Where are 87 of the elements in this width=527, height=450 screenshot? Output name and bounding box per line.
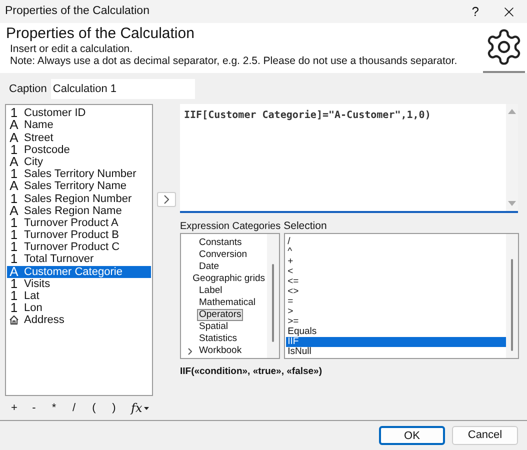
category-item[interactable]: Operators — [197, 309, 244, 322]
category-item[interactable]: Workbook — [197, 345, 244, 358]
operator-button[interactable]: - — [31, 400, 37, 416]
house-icon — [9, 315, 19, 326]
number-type-icon: 1 — [10, 229, 18, 242]
selection-item[interactable]: + — [286, 257, 506, 268]
category-item[interactable]: Label — [197, 285, 224, 298]
field-item[interactable]: 1 Visits — [7, 278, 151, 290]
category-item[interactable]: Conversion — [197, 249, 250, 262]
operator-button[interactable]: ) — [111, 400, 117, 416]
selection-item[interactable]: Equals — [286, 327, 506, 338]
field-item[interactable]: 1 Sales Region Number — [7, 192, 151, 205]
field-item[interactable]: A Name — [7, 119, 151, 132]
selection-item[interactable]: <= — [286, 277, 506, 288]
selection-item[interactable]: <> — [286, 287, 506, 298]
header-description: Insert or edit a calculation. — [9, 43, 134, 56]
selection-item[interactable]: >= — [286, 317, 506, 328]
field-item[interactable]: 1 Postcode — [7, 144, 151, 156]
header-description: Note: Always use a dot as decimal separator, e.g. 2.5. Please do not use a thousands separator. — [9, 55, 458, 68]
text-type-icon: A — [10, 266, 18, 278]
field-item[interactable]: 1 Sales Territory Number — [7, 168, 151, 180]
category-item[interactable]: Constants — [197, 237, 244, 250]
field-item[interactable]: 1 Customer ID — [7, 107, 151, 120]
number-type-icon: 1 — [10, 253, 18, 266]
scroll-down-icon[interactable] — [508, 201, 516, 208]
field-item[interactable]: 1 Turnover Product B — [7, 229, 151, 242]
field-item[interactable]: A Sales Territory Name — [7, 180, 151, 192]
number-type-icon: 1 — [10, 241, 18, 254]
category-item[interactable]: Spatial — [197, 321, 230, 334]
categories-heading: Expression Categories — [180, 220, 281, 234]
text-type-icon: A — [10, 180, 18, 192]
field-item[interactable]: A Street — [7, 132, 151, 144]
help-button[interactable]: ? — [472, 2, 479, 22]
field-item[interactable]: Address — [7, 314, 151, 326]
field-item[interactable]: A City — [7, 156, 151, 168]
number-type-icon: 1 — [10, 302, 18, 314]
field-item[interactable]: 1 Total Turnover — [7, 253, 151, 266]
text-type-icon: A — [10, 132, 18, 144]
selection-item[interactable]: / — [286, 237, 506, 248]
header-title: Properties of the Calculation — [6, 25, 196, 44]
insert-button[interactable] — [157, 192, 176, 208]
field-item[interactable]: A Sales Region Name — [7, 204, 151, 217]
field-item[interactable]: A Customer Categorie — [7, 266, 151, 278]
scroll-thumb[interactable] — [510, 259, 513, 352]
expand-icon[interactable] — [188, 348, 192, 355]
selection-item[interactable]: = — [286, 297, 506, 308]
caret-icon — [144, 406, 150, 410]
field-item[interactable]: 1 Lat — [7, 290, 151, 302]
scroll-up-icon[interactable] — [508, 108, 516, 114]
caption-field[interactable]: Calculation 1 — [50, 79, 195, 100]
scrollbar[interactable] — [267, 234, 279, 358]
number-type-icon: 1 — [10, 192, 18, 205]
function-signature: IIF(«condition», «true», «false») — [180, 365, 324, 380]
window-title: Properties of the Calculation — [5, 4, 150, 19]
category-item[interactable]: Mathematical — [197, 297, 258, 310]
field-item[interactable]: 1 Turnover Product A — [7, 216, 151, 229]
selection-item[interactable]: ^ — [286, 247, 506, 258]
field-item[interactable]: 1 Lon — [7, 302, 151, 314]
operator-button[interactable]: / — [71, 400, 77, 416]
selection-item[interactable]: IsNull — [286, 347, 506, 358]
function-button[interactable]: fx — [131, 399, 150, 418]
number-type-icon: 1 — [10, 216, 18, 229]
selection-heading: Selection — [284, 219, 328, 234]
category-item[interactable]: Statistics — [197, 333, 240, 346]
number-type-icon: 1 — [10, 290, 18, 302]
scroll-thumb[interactable] — [272, 264, 274, 342]
text-type-icon: A — [10, 119, 18, 132]
text-type-icon: A — [10, 156, 18, 168]
number-type-icon: 1 — [10, 278, 18, 290]
number-type-icon: 1 — [10, 144, 18, 156]
selection-item[interactable]: < — [286, 267, 506, 278]
selection-item[interactable]: IIF — [286, 337, 506, 348]
ok-button[interactable]: OK — [379, 426, 445, 446]
operator-button[interactable]: ( — [91, 400, 97, 416]
category-item[interactable]: Date — [197, 261, 222, 274]
chevron-right-icon — [164, 195, 169, 204]
scrollbar[interactable] — [506, 234, 518, 358]
operator-button[interactable]: + — [11, 400, 17, 416]
cancel-button[interactable]: Cancel — [452, 426, 518, 446]
selection-item[interactable]: > — [286, 307, 506, 318]
caption-label: Caption — [9, 82, 47, 97]
number-type-icon: 1 — [10, 168, 18, 180]
operator-button[interactable]: * — [51, 400, 57, 416]
text-type-icon: A — [10, 204, 18, 217]
number-type-icon: 1 — [10, 107, 18, 120]
category-item[interactable]: Geographic grids — [190, 273, 267, 286]
field-item[interactable]: 1 Turnover Product C — [7, 241, 151, 254]
